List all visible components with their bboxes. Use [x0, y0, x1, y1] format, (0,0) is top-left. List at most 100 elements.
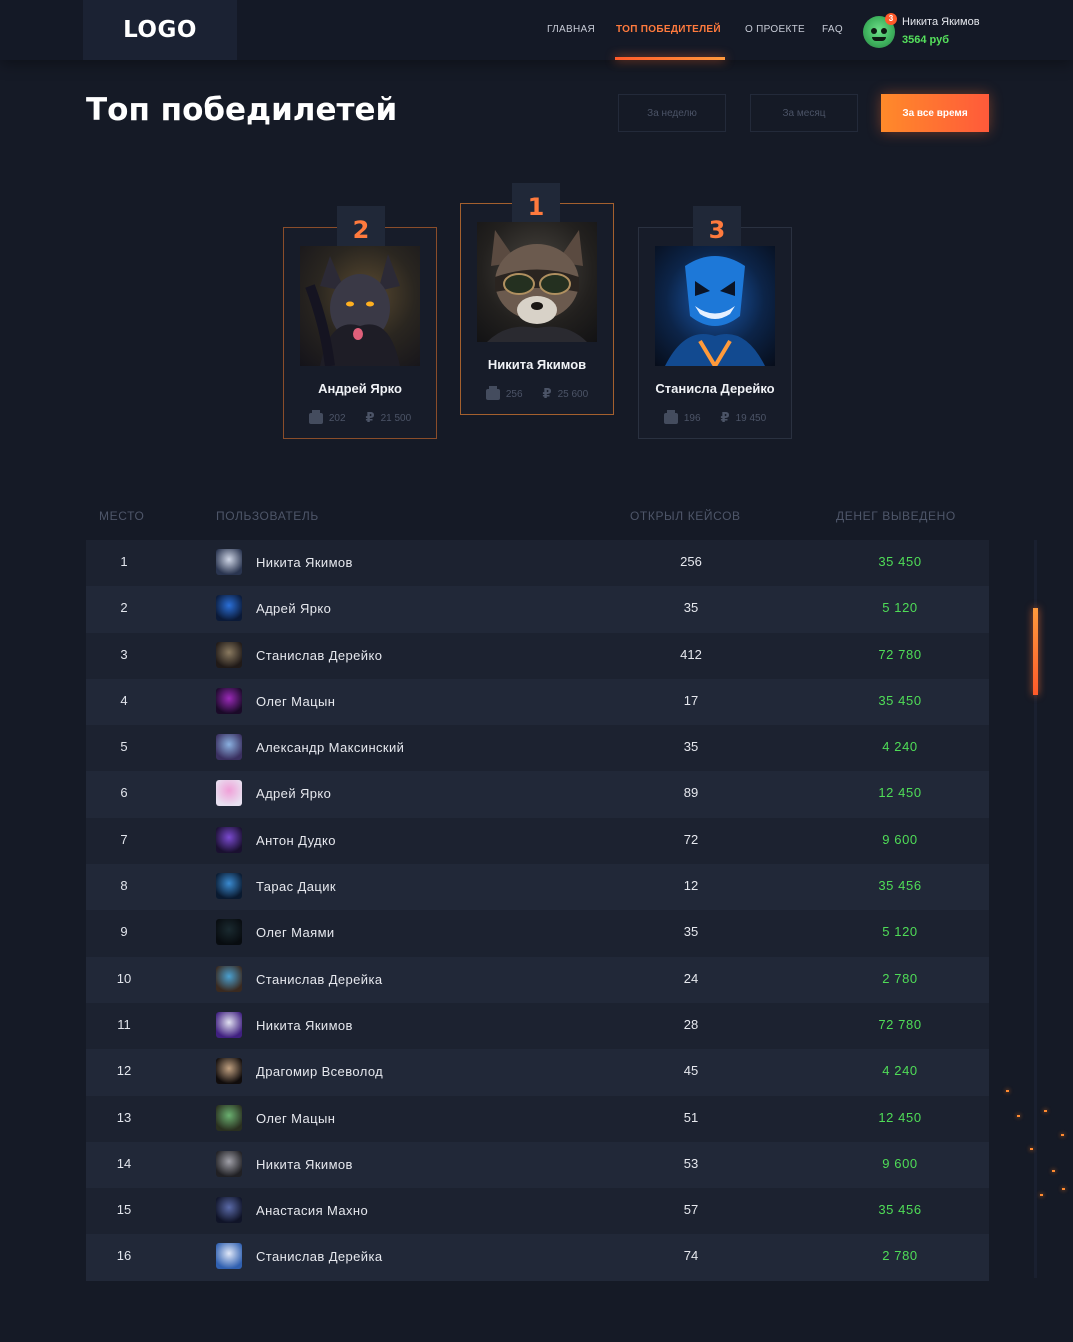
row-cases-opened: 72 [683, 831, 699, 847]
podium-card-1[interactable]: 1 Никита Якимов 256 ₽25 600 [460, 183, 614, 415]
row-money-withdrawn: 35 450 [878, 692, 922, 708]
row-cases-opened: 53 [683, 1155, 699, 1171]
table-row[interactable]: 3 Станислав Дерейко 412 72 780 [86, 632, 989, 679]
user-profile[interactable]: 3 Никита Якимов 3564 руб [863, 13, 1003, 50]
table-row[interactable]: 12 Драгомир Всеволод 45 4 240 [86, 1049, 989, 1096]
row-money-withdrawn: 35 450 [878, 554, 922, 569]
avatar[interactable] [216, 549, 242, 575]
avatar[interactable] [216, 1150, 242, 1177]
row-user-name[interactable]: Олег Маями [256, 925, 335, 940]
table-row[interactable]: 10 Станислав Дерейка 24 2 780 [86, 956, 989, 1003]
money-amount: 19 450 [735, 412, 767, 424]
avatar[interactable] [216, 919, 242, 946]
filter-week-button[interactable]: За неделю [618, 94, 726, 132]
cases-count: 202 [328, 412, 346, 424]
row-money-withdrawn: 9 600 [882, 1155, 918, 1171]
avatar[interactable] [216, 965, 242, 992]
winner-name: Станисла Дерейко [655, 381, 775, 396]
table-row[interactable]: 2 Адрей Ярко 35 5 120 [86, 586, 989, 633]
podium-card-2[interactable]: 2 Андрей Ярко 202 ₽21 500 [283, 206, 437, 439]
row-money-withdrawn: 35 456 [878, 878, 922, 894]
user-balance: 3564 руб [902, 34, 950, 46]
row-cases-opened: 256 [680, 554, 702, 569]
row-user-name[interactable]: Никита Якимов [256, 1157, 353, 1172]
spark-decoration [1040, 1194, 1043, 1196]
table-row[interactable]: 9 Олег Маями 35 5 120 [86, 910, 989, 957]
row-money-withdrawn: 12 450 [878, 785, 922, 801]
row-place: 15 [116, 1202, 132, 1218]
nav-home[interactable]: ГЛАВНАЯ [547, 24, 595, 35]
filter-month-button[interactable]: За месяц [750, 94, 858, 132]
row-cases-opened: 35 [683, 924, 699, 940]
nav-faq[interactable]: FAQ [822, 24, 843, 35]
row-cases-opened: 24 [683, 970, 699, 986]
table-row[interactable]: 4 Олег Мацын 17 35 450 [86, 678, 989, 726]
nav-active-indicator [615, 57, 725, 60]
table-row[interactable]: 13 Олег Мацын 51 12 450 [86, 1095, 989, 1142]
table-row[interactable]: 16 Станислав Дерейка 74 2 780 [86, 1234, 989, 1281]
spark-decoration [1017, 1115, 1020, 1117]
leaderboard-table: 1 Никита Якимов 256 35 450 2 Адрей Ярко 35 5 12… [86, 540, 989, 1281]
table-row[interactable]: 5 Александр Максинский 35 4 240 [86, 725, 989, 772]
table-row[interactable]: 1 Никита Якимов 256 35 450 [86, 540, 989, 587]
column-header-user: ПОЛЬЗОВАТЕЛЬ [216, 509, 319, 523]
table-row[interactable]: 7 Антон Дудко 72 9 600 [86, 817, 989, 865]
table-row[interactable]: 14 Никита Якимов 53 9 600 [86, 1141, 989, 1189]
row-user-name[interactable]: Никита Якимов [256, 555, 353, 570]
row-cases-opened: 45 [683, 1063, 699, 1079]
filter-all-time-button[interactable]: За все время [881, 94, 989, 132]
row-place: 1 [120, 554, 128, 569]
cases-count: 196 [683, 412, 701, 424]
table-row[interactable]: 6 Адрей Ярко 89 12 450 [86, 771, 989, 818]
table-row[interactable]: 8 Тарас Дацик 12 35 456 [86, 864, 989, 911]
row-user-name[interactable]: Олег Мацын [256, 1111, 335, 1126]
row-money-withdrawn: 4 240 [882, 1063, 918, 1079]
nav-about[interactable]: О ПРОЕКТЕ [745, 24, 805, 35]
row-user-name[interactable]: Драгомир Всеволод [256, 1064, 383, 1079]
case-icon [308, 409, 323, 424]
winner-name: Андрей Ярко [318, 381, 402, 396]
page-title: Топ победилетей [86, 92, 398, 128]
column-header-money: ДЕНЕГ ВЫВЕДЕНО [836, 509, 956, 523]
table-row[interactable]: 11 Никита Якимов 28 72 780 [86, 1002, 989, 1050]
row-cases-opened: 12 [683, 878, 699, 894]
row-cases-opened: 17 [683, 692, 699, 708]
table-row[interactable]: 15 Анастасия Махно 57 35 456 [86, 1188, 989, 1235]
avatar[interactable] [216, 1011, 242, 1038]
avatar[interactable] [216, 873, 242, 900]
ruble-icon: ₽ [720, 410, 730, 425]
avatar[interactable] [216, 734, 242, 761]
row-user-name[interactable]: Станислав Дерейка [256, 1249, 382, 1264]
row-user-name[interactable]: Никита Якимов [256, 1018, 353, 1033]
podium-card-3[interactable]: 3 Станисла Дерейко 196 ₽19 450 [638, 206, 792, 439]
avatar[interactable] [216, 687, 242, 714]
winner-name: Никита Якимов [487, 357, 587, 372]
avatar[interactable] [216, 1104, 242, 1131]
scrollbar-thumb[interactable] [1033, 608, 1038, 695]
row-user-name[interactable]: Адрей Ярко [256, 786, 331, 801]
ruble-icon: ₽ [542, 386, 552, 401]
row-user-name[interactable]: Адрей Ярко [256, 601, 331, 616]
row-user-name[interactable]: Антон Дудко [256, 833, 336, 848]
avatar[interactable] [216, 1243, 242, 1270]
row-user-name[interactable]: Тарас Дацик [256, 879, 336, 894]
row-user-name[interactable]: Олег Мацын [256, 694, 335, 709]
nav-top-winners[interactable]: ТОП ПОБЕДИТЕЛЕЙ [616, 24, 721, 35]
avatar[interactable] [216, 595, 242, 622]
avatar[interactable] [216, 780, 242, 807]
row-place: 16 [116, 1248, 132, 1264]
money-amount: 25 600 [557, 388, 589, 400]
avatar[interactable] [216, 1197, 242, 1224]
row-user-name[interactable]: Станислав Дерейко [256, 648, 382, 663]
top-header: LOGO ГЛАВНАЯ ТОП ПОБЕДИТЕЛЕЙ О ПРОЕКТЕ F… [0, 0, 1073, 60]
row-cases-opened: 51 [683, 1109, 699, 1125]
row-user-name[interactable]: Анастасия Махно [256, 1203, 368, 1218]
row-cases-opened: 28 [683, 1016, 699, 1032]
avatar[interactable] [216, 826, 242, 853]
row-user-name[interactable]: Александр Максинский [256, 740, 404, 755]
row-place: 11 [117, 1016, 131, 1032]
logo[interactable]: LOGO [83, 0, 237, 60]
avatar[interactable] [216, 641, 242, 668]
row-user-name[interactable]: Станислав Дерейка [256, 972, 382, 987]
avatar[interactable] [216, 1058, 242, 1085]
